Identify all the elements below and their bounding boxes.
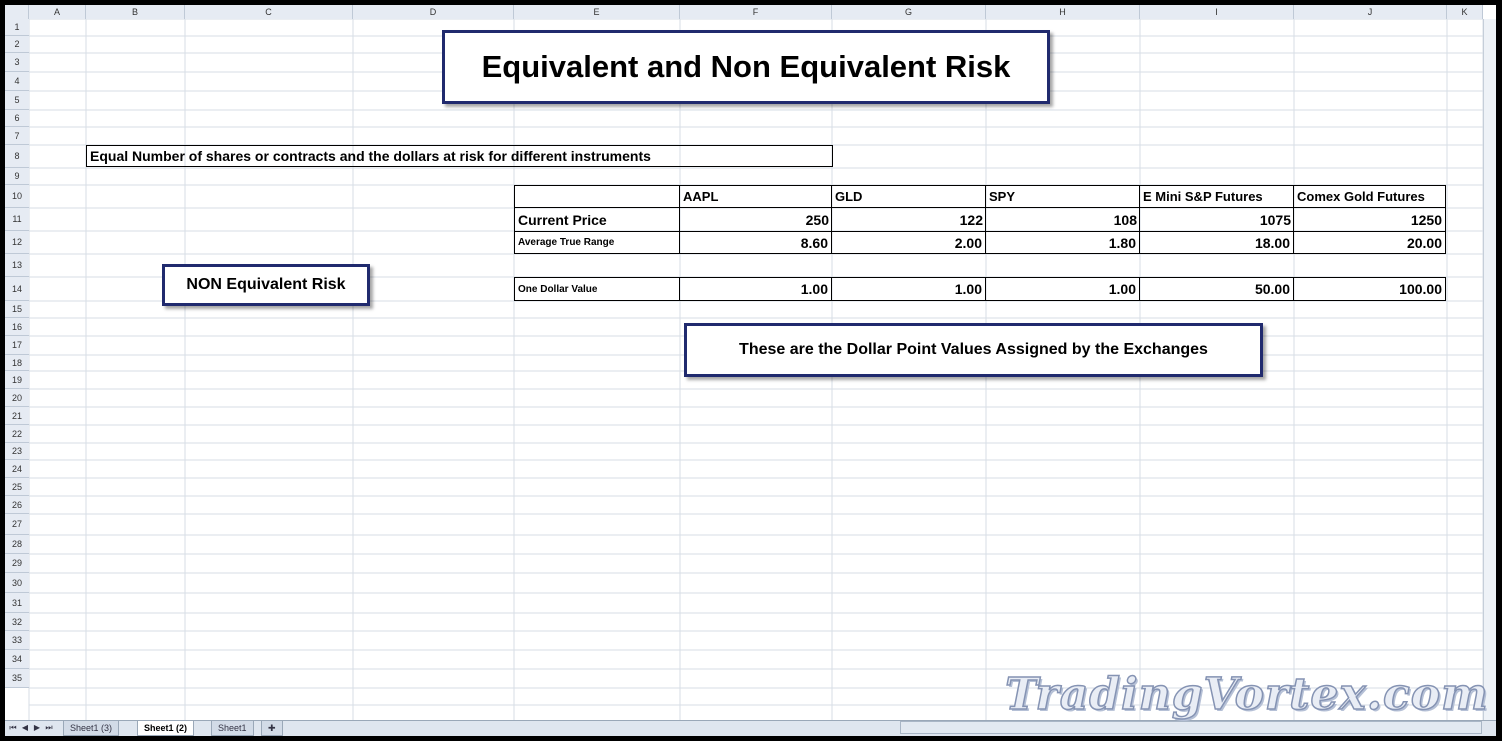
vertical-scrollbar[interactable] [1483,19,1496,720]
column-header-i[interactable]: I [1140,5,1294,19]
column-header-h[interactable]: H [986,5,1140,19]
column-header-b[interactable]: B [86,5,185,19]
column-header-j[interactable]: J [1294,5,1447,19]
non-equivalent-box: NON Equivalent Risk [162,264,370,306]
row-header-29[interactable]: 29 [5,554,29,573]
atr-emini[interactable]: 18.00 [1139,231,1294,254]
atr-gld[interactable]: 2.00 [831,231,986,254]
row-header-17[interactable]: 17 [5,336,29,355]
dollar-value-spy[interactable]: 1.00 [985,277,1140,301]
exchange-note: These are the Dollar Point Values Assign… [739,341,1208,358]
instrument-header-gld[interactable]: GLD [831,185,986,208]
row-header-4[interactable]: 4 [5,72,29,91]
dollar-value-aapl[interactable]: 1.00 [679,277,832,301]
dollar-value-gld[interactable]: 1.00 [831,277,986,301]
row-header-19[interactable]: 19 [5,371,29,389]
subtitle-cell[interactable]: Equal Number of shares or contracts and … [86,145,833,167]
row-header-18[interactable]: 18 [5,355,29,371]
row-header-21[interactable]: 21 [5,407,29,425]
dollar-value-comex[interactable]: 100.00 [1293,277,1446,301]
column-header-c[interactable]: C [185,5,353,19]
row-header-10[interactable]: 10 [5,185,29,208]
row-header-28[interactable]: 28 [5,535,29,554]
instrument-header-comex[interactable]: Comex Gold Futures [1293,185,1446,208]
last-sheet-icon[interactable]: ⏭ [44,722,54,734]
row-header-14[interactable]: 14 [5,277,29,301]
non-equivalent-label: NON Equivalent Risk [186,276,346,293]
row-header-35[interactable]: 35 [5,669,29,688]
row-header-31[interactable]: 31 [5,593,29,613]
select-all-corner[interactable] [5,5,29,19]
row-label-average-true-range[interactable]: Average True Range [514,231,680,254]
watermark-logo: TradingVortex.com [1004,668,1489,721]
atr-comex[interactable]: 20.00 [1293,231,1446,254]
row-label-current-price[interactable]: Current Price [514,208,680,231]
current-price-aapl[interactable]: 250 [679,208,832,231]
column-header-f[interactable]: F [680,5,832,19]
current-price-gld[interactable]: 122 [831,208,986,231]
row-header-9[interactable]: 9 [5,168,29,185]
row-header-8[interactable]: 8 [5,145,29,168]
row-header-1[interactable]: 1 [5,19,29,36]
row-header-32[interactable]: 32 [5,613,29,631]
row-header-30[interactable]: 30 [5,573,29,593]
row-header-13[interactable]: 13 [5,254,29,277]
column-header-g[interactable]: G [832,5,986,19]
insert-sheet-icon[interactable]: ✚ [261,721,283,736]
column-header-a[interactable]: A [29,5,86,19]
sheet-tab-2[interactable]: Sheet1 (2) [137,721,195,736]
row-header-34[interactable]: 34 [5,650,29,669]
spreadsheet-window: ABCDEFGHIJK 1 2 3 4 5 6 7 8 9 10 11 12 13 14 15 16 17 18 1… [5,5,1496,736]
column-header-d[interactable]: D [353,5,514,19]
instrument-header-aapl[interactable]: AAPL [679,185,832,208]
title-box: Equivalent and Non Equivalent Risk [442,30,1050,104]
page-title: Equivalent and Non Equivalent Risk [481,49,1011,84]
row-header-20[interactable]: 20 [5,389,29,407]
sheet-tab-1[interactable]: Sheet1 (3) [63,721,120,736]
row-label-one-dollar-value[interactable]: One Dollar Value [514,277,680,301]
subtitle-text: Equal Number of shares or contracts and … [90,148,651,164]
current-price-emini[interactable]: 1075 [1139,208,1294,231]
row-header-24[interactable]: 24 [5,460,29,478]
current-price-spy[interactable]: 108 [985,208,1140,231]
row-header-33[interactable]: 33 [5,631,29,650]
row-header-26[interactable]: 26 [5,496,29,514]
atr-aapl[interactable]: 8.60 [679,231,832,254]
row-header-25[interactable]: 25 [5,478,29,496]
instrument-header-spy[interactable]: SPY [985,185,1140,208]
row-header-12[interactable]: 12 [5,231,29,254]
row-header-16[interactable]: 16 [5,318,29,336]
atr-spy[interactable]: 1.80 [985,231,1140,254]
dollar-value-emini[interactable]: 50.00 [1139,277,1294,301]
row-header-15[interactable]: 15 [5,301,29,318]
row-header-11[interactable]: 11 [5,208,29,231]
current-price-comex[interactable]: 1250 [1293,208,1446,231]
column-header-e[interactable]: E [514,5,680,19]
instrument-header-emini[interactable]: E Mini S&P Futures [1139,185,1294,208]
first-sheet-icon[interactable]: ⏮ [8,722,18,734]
next-sheet-icon[interactable]: ▶ [32,722,42,734]
sheet-tab-3[interactable]: Sheet1 [211,721,254,736]
row-header-2[interactable]: 2 [5,36,29,53]
horizontal-scrollbar[interactable] [900,721,1482,734]
exchange-note-box: These are the Dollar Point Values Assign… [684,323,1263,377]
row-header-7[interactable]: 7 [5,127,29,145]
prev-sheet-icon[interactable]: ◀ [20,722,30,734]
table-corner-cell[interactable] [514,185,680,208]
row-header-6[interactable]: 6 [5,110,29,127]
row-header-23[interactable]: 23 [5,443,29,460]
row-header-5[interactable]: 5 [5,91,29,110]
row-header-27[interactable]: 27 [5,514,29,535]
column-header-k[interactable]: K [1447,5,1483,19]
row-header-22[interactable]: 22 [5,425,29,443]
row-header-3[interactable]: 3 [5,53,29,72]
